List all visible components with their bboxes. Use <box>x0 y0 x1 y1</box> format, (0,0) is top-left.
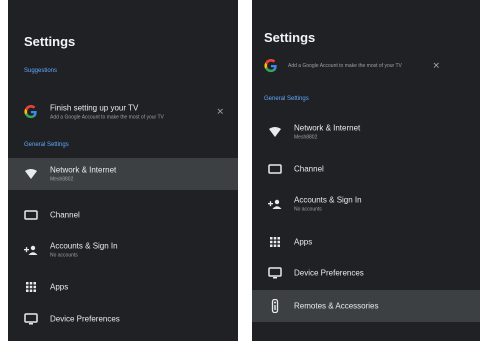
item-sub: No accounts <box>294 206 322 213</box>
google-g-icon <box>264 59 278 73</box>
item-label: Channel <box>50 210 80 220</box>
sidebar-item-device-preferences[interactable]: Device Preferences <box>8 303 238 335</box>
close-icon[interactable]: ✕ <box>216 107 224 118</box>
section-general-settings: General Settings <box>264 96 309 102</box>
item-label: Remotes & Accessories <box>294 301 379 311</box>
tv-icon <box>24 208 38 222</box>
sidebar-item-apps[interactable]: Apps <box>252 226 480 258</box>
settings-panel-left: Settings Suggestions Finish setting up y… <box>8 0 238 341</box>
page-title: Settings <box>264 30 316 45</box>
item-label: Channel <box>294 164 324 174</box>
item-sub: Mesh8802 <box>294 134 318 141</box>
tv-icon <box>268 162 282 176</box>
remote-icon <box>268 299 282 313</box>
sidebar-item-apps[interactable]: Apps <box>8 271 238 303</box>
monitor-icon <box>24 312 38 326</box>
add-person-icon <box>24 243 38 257</box>
sidebar-item-channel[interactable]: Channel <box>8 199 238 231</box>
add-person-icon <box>268 197 282 211</box>
close-icon[interactable]: ✕ <box>432 61 440 72</box>
sidebar-item-network[interactable]: Network & Internet Mesh8802 <box>252 116 480 148</box>
google-g-icon <box>24 105 38 119</box>
item-label: Accounts & Sign In <box>50 241 118 251</box>
section-general-settings: General Settings <box>24 142 69 148</box>
sidebar-item-accounts[interactable]: Accounts & Sign In No accounts <box>252 188 480 220</box>
item-label: Network & Internet <box>50 165 117 175</box>
item-label: Apps <box>294 237 313 247</box>
wifi-icon <box>268 125 282 139</box>
sidebar-item-network[interactable]: Network & Internet Mesh8802 <box>8 158 238 190</box>
suggestion-title: Finish setting up your TV <box>50 103 139 113</box>
suggestion-finish-setup[interactable]: Add a Google Account to make the most of… <box>252 52 480 80</box>
item-sub: Mesh8802 <box>50 176 74 183</box>
item-sub: No accounts <box>50 252 78 259</box>
apps-grid-icon <box>268 235 282 249</box>
sidebar-item-device-preferences[interactable]: Device Preferences <box>252 257 480 289</box>
suggestion-subtitle: Add a Google Account to make the most of… <box>288 63 402 69</box>
monitor-icon <box>268 266 282 280</box>
apps-grid-icon <box>24 280 38 294</box>
sidebar-item-accounts[interactable]: Accounts & Sign In No accounts <box>8 234 238 266</box>
item-label: Device Preferences <box>50 314 120 324</box>
wifi-icon <box>24 167 38 181</box>
sidebar-item-channel[interactable]: Channel <box>252 153 480 185</box>
sidebar-item-remotes-accessories[interactable]: Remotes & Accessories <box>252 290 480 322</box>
suggestion-subtitle: Add a Google Account to make the most of… <box>50 114 164 121</box>
item-label: Device Preferences <box>294 268 364 278</box>
settings-panel-right: Settings Add a Google Account to make th… <box>252 0 480 341</box>
item-label: Apps <box>50 282 69 292</box>
section-suggestions: Suggestions <box>24 68 58 74</box>
suggestion-finish-setup[interactable]: Finish setting up your TV Add a Google A… <box>8 92 238 132</box>
item-label: Accounts & Sign In <box>294 195 362 205</box>
item-label: Network & Internet <box>294 123 361 133</box>
page-title: Settings <box>24 34 76 49</box>
